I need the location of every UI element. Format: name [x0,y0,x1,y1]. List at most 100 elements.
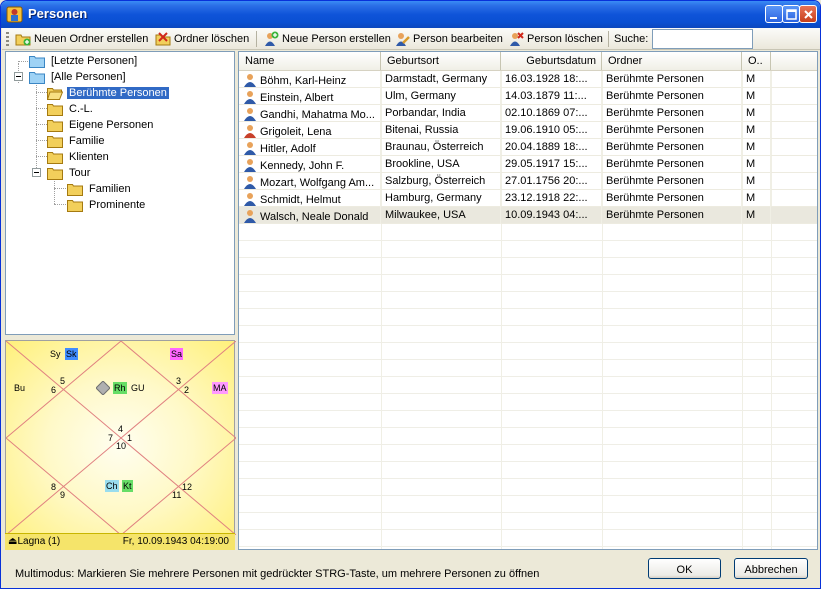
cancel-button[interactable]: Abbrechen [734,558,808,579]
delete-folder-button[interactable]: Ordner löschen [155,30,249,48]
tree-item-label: Familien [89,183,131,195]
cell-text: Braunau, Österreich [385,141,484,153]
house-number: 1 [127,433,133,443]
tree-item-klienten[interactable]: Klienten [47,149,111,165]
status-text: Multimodus: Markieren Sie mehrere Person… [15,568,540,580]
tree-item-alle-personen[interactable]: [Alle Personen] [29,69,128,85]
table-row[interactable]: Mozart, Wolfgang Am... Salzburg, Österrei… [239,173,817,190]
cell-name: Schmidt, Helmut [239,190,381,207]
table-row[interactable]: Einstein, Albert Ulm, Germany 14.03.1879 1… [239,88,817,105]
edit-person-icon [396,33,410,46]
title-bar[interactable]: Personen [1,1,820,28]
column-header-geburtsdatum[interactable]: Geburtsdatum [501,52,602,70]
table-row[interactable]: Grigoleit, Lena Bitenai, Russia 19.06.1910… [239,122,817,139]
lagna-selector[interactable]: ⏏Lagna (1) [8,536,60,547]
house-number: 4 [118,424,124,434]
cell-text: M [746,175,756,187]
grid-line [239,308,817,309]
birth-chart[interactable]: Sy Sk Sa Bu MA Rh GU Ch Kt 1 2 3 4 5 6 7… [5,340,236,550]
cell-o: M [742,173,771,190]
cell-date: 16.03.1928 18:... [501,71,602,88]
cell-text: 27.01.1756 20:... [505,175,588,187]
edit-person-button[interactable]: Person bearbeiten [394,30,503,48]
cell-text: Brookline, USA [385,158,460,170]
tree-item-prominente[interactable]: Prominente [67,197,147,213]
planet-rh: Rh [113,382,127,394]
table-row[interactable]: Schmidt, Helmut Hamburg, Germany 23.12.191… [239,190,817,207]
person-male-icon [244,159,256,172]
person-male-icon [244,91,256,104]
new-folder-button[interactable]: Neuen Ordner erstellen [15,30,148,48]
lagna-diamond-icon [96,381,110,395]
tree-expander-alle-personen[interactable] [14,72,23,81]
person-male-icon [244,193,256,206]
column-header-ordner[interactable]: Ordner [602,52,742,70]
tree-expander-tour[interactable] [32,168,41,177]
tree-item-familie[interactable]: Familie [47,133,106,149]
cell-folder: Berühmte Personen [602,173,742,190]
cell-folder: Berühmte Personen [602,190,742,207]
person-male-icon [244,142,256,155]
table-row[interactable]: Walsch, Neale Donald Milwaukee, USA 10.09.… [239,207,817,224]
column-header-name[interactable]: Name [239,52,381,70]
house-number: 3 [176,376,182,386]
tree-item-familien[interactable]: Familien [67,181,133,197]
new-person-button[interactable]: Neue Person erstellen [263,30,391,48]
tree-item-letzte-personen[interactable]: [Letzte Personen] [29,53,139,69]
table-row[interactable]: Böhm, Karl-Heinz Darmstadt, Germany 16.03.… [239,71,817,88]
table-row[interactable]: Kennedy, John F. Brookline, USA 29.05.1917… [239,156,817,173]
column-header-o[interactable]: O.. [742,52,771,70]
tree-item-label: Tour [69,167,91,179]
grid-line [239,359,817,360]
cell-folder: Berühmte Personen [602,71,742,88]
house-number: 8 [51,482,57,492]
cell-text: 10.09.1943 04:... [505,209,588,221]
cell-text: M [746,124,756,136]
house-number: 10 [116,441,127,451]
search-input[interactable] [652,29,753,49]
minimize-button[interactable] [765,5,783,23]
house-number: 5 [60,376,66,386]
house-number: 12 [182,482,193,492]
cell-place: Braunau, Österreich [381,139,501,156]
close-button[interactable] [799,5,817,23]
cell-text: Porbandar, India [385,107,466,119]
tree-item-label: C.-L. [69,103,93,115]
grid-line [239,291,817,292]
grid-line [239,529,817,530]
cell-text: 29.05.1917 15:... [505,158,588,170]
delete-person-button[interactable]: Person löschen [508,30,603,48]
delete-folder-icon [155,32,171,46]
person-male-icon [244,74,256,87]
cell-o: M [742,156,771,173]
folder-icon [47,152,63,164]
person-list[interactable]: Name Geburtsort Geburtsdatum Ordner O.. … [238,51,818,550]
cell-folder: Berühmte Personen [602,139,742,156]
cell-text: Salzburg, Österreich [385,175,486,187]
toolbar-grip[interactable] [6,32,9,46]
table-row[interactable]: Hitler, Adolf Braunau, Österreich 20.04.18… [239,139,817,156]
cell-text: M [746,158,756,170]
column-header-geburtsort[interactable]: Geburtsort [381,52,501,70]
tree-item-tour[interactable]: Tour [47,165,92,181]
list-header: Name Geburtsort Geburtsdatum Ordner O.. [239,52,817,71]
cell-text: Bitenai, Russia [385,124,459,136]
folder-tree[interactable]: [Letzte Personen] [Alle Personen] Berühm… [5,51,235,335]
cell-text: Berühmte Personen [606,175,704,187]
tree-item-c-l[interactable]: C.-L. [47,101,95,117]
tree-item-eigene-personen[interactable]: Eigene Personen [47,117,155,133]
grid-line [239,257,817,258]
tree-item-beruehmte-personen[interactable]: Berühmte Personen [47,85,169,101]
table-row[interactable]: Gandhi, Mahatma Mo... Porbandar, India 02.… [239,105,817,122]
cell-text: M [746,90,756,102]
cell-text: Darmstadt, Germany [385,73,488,85]
grid-line [239,393,817,394]
maximize-button[interactable] [782,5,800,23]
grid-line [239,376,817,377]
folder-blue-icon [29,72,45,84]
folder-icon [47,168,63,180]
ok-button[interactable]: OK [648,558,721,579]
cell-name: Gandhi, Mahatma Mo... [239,105,381,122]
cell-date: 29.05.1917 15:... [501,156,602,173]
grid-line [239,240,817,241]
